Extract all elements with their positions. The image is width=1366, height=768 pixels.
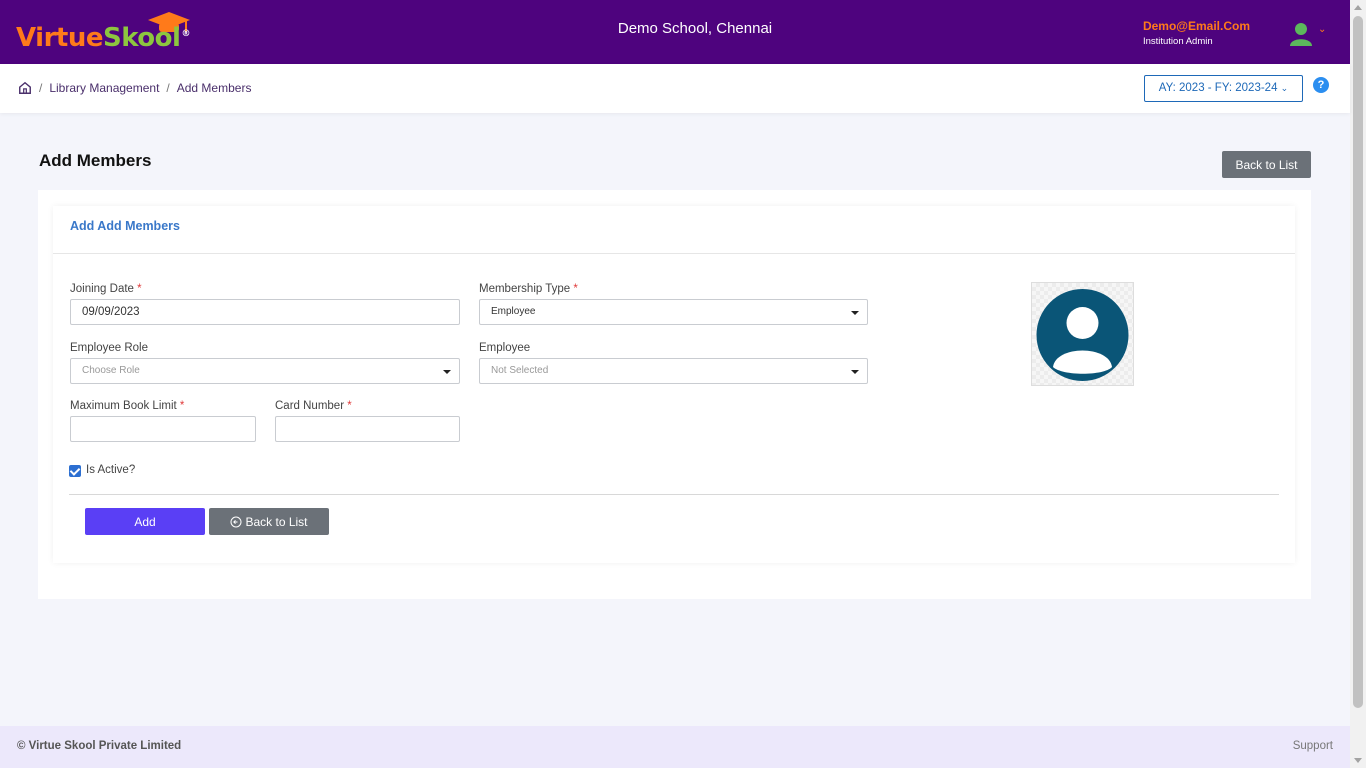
breadcrumb-add-members: Add Members [176,81,252,95]
max-book-limit-label-text: Maximum Book Limit [70,400,177,412]
required-mark: * [347,400,352,412]
membership-type-select[interactable]: Employee [479,299,868,325]
membership-type-label: Membership Type * [479,283,578,295]
membership-type-value: Employee [491,306,536,317]
back-to-list-button[interactable]: Back to List [209,508,329,535]
user-role: Institution Admin [1142,36,1213,47]
caret-down-icon [851,370,859,374]
card-number-input[interactable] [275,416,460,442]
employee-role-label: Employee Role [70,342,148,354]
breadcrumb: / Library Management / Add Members [18,81,251,95]
vertical-scrollbar[interactable] [1350,0,1366,768]
scrollbar-thumb[interactable] [1353,16,1363,708]
required-mark: * [137,283,142,295]
footer-copyright: © Virtue Skool Private Limited [17,740,182,752]
breadcrumb-separator: / [39,81,43,95]
form-card: Add Add Members Joining Date * 09/09/202… [53,206,1295,563]
is-active-label: Is Active? [86,464,136,476]
is-active-checkbox[interactable] [69,465,81,477]
breadcrumb-separator: / [166,81,170,95]
card-number-label: Card Number * [275,400,352,412]
help-icon[interactable]: ? [1313,77,1329,93]
user-menu[interactable]: Demo@Email.Com Institution Admin [1143,19,1250,47]
max-book-limit-input[interactable] [70,416,256,442]
home-icon[interactable] [18,81,32,95]
arrow-left-circle-icon [230,516,242,527]
card-number-label-text: Card Number [275,400,345,412]
user-email: Demo@Email.Com [1142,19,1250,33]
joining-date-label-text: Joining Date [70,283,134,295]
page-footer: © Virtue Skool Private Limited Support [0,726,1350,768]
max-book-limit-label: Maximum Book Limit * [70,400,184,412]
scroll-up-arrow[interactable] [1354,5,1362,10]
back-to-list-label: Back to List [245,514,308,529]
page-title: Add Members [39,151,152,170]
scroll-down-arrow[interactable] [1354,758,1362,763]
chevron-down-icon[interactable]: ⌄ [1318,24,1326,35]
academic-year-select[interactable]: AY: 2023 - FY: 2023-24 ⌄ [1144,75,1303,102]
caret-down-icon [851,311,859,315]
breadcrumb-library-management[interactable]: Library Management [49,81,159,95]
form-divider [69,494,1279,495]
user-avatar-placeholder-icon [1036,289,1129,381]
caret-down-icon [443,370,451,374]
employee-role-select[interactable]: Choose Role [70,358,460,384]
employee-role-placeholder: Choose Role [82,365,140,376]
card-title: Add Add Members [70,219,180,233]
employee-placeholder: Not Selected [491,365,549,376]
card-header: Add Add Members [53,206,1295,254]
breadcrumb-bar: / Library Management / Add Members AY: 2… [0,64,1350,113]
academic-year-value: AY: 2023 - FY: 2023-24 [1158,82,1278,94]
add-button[interactable]: Add [85,508,205,535]
form-card-container: Add Add Members Joining Date * 09/09/202… [38,190,1311,599]
required-mark: * [573,283,578,295]
employee-select[interactable]: Not Selected [479,358,868,384]
footer-support-link[interactable]: Support [1293,740,1333,752]
employee-label: Employee [479,342,531,354]
chevron-down-icon: ⌄ [1280,83,1289,93]
joining-date-input[interactable]: 09/09/2023 [70,299,460,325]
joining-date-label: Joining Date * [70,283,142,295]
top-header: VirtueSkool® Demo School, Chennai Demo@E… [0,0,1350,64]
joining-date-value: 09/09/2023 [82,306,140,318]
member-photo-upload[interactable] [1031,282,1134,386]
membership-type-label-text: Membership Type [479,283,571,295]
back-to-list-button-top[interactable]: Back to List [1222,151,1311,178]
user-avatar-icon[interactable] [1290,22,1312,46]
required-mark: * [179,400,185,412]
